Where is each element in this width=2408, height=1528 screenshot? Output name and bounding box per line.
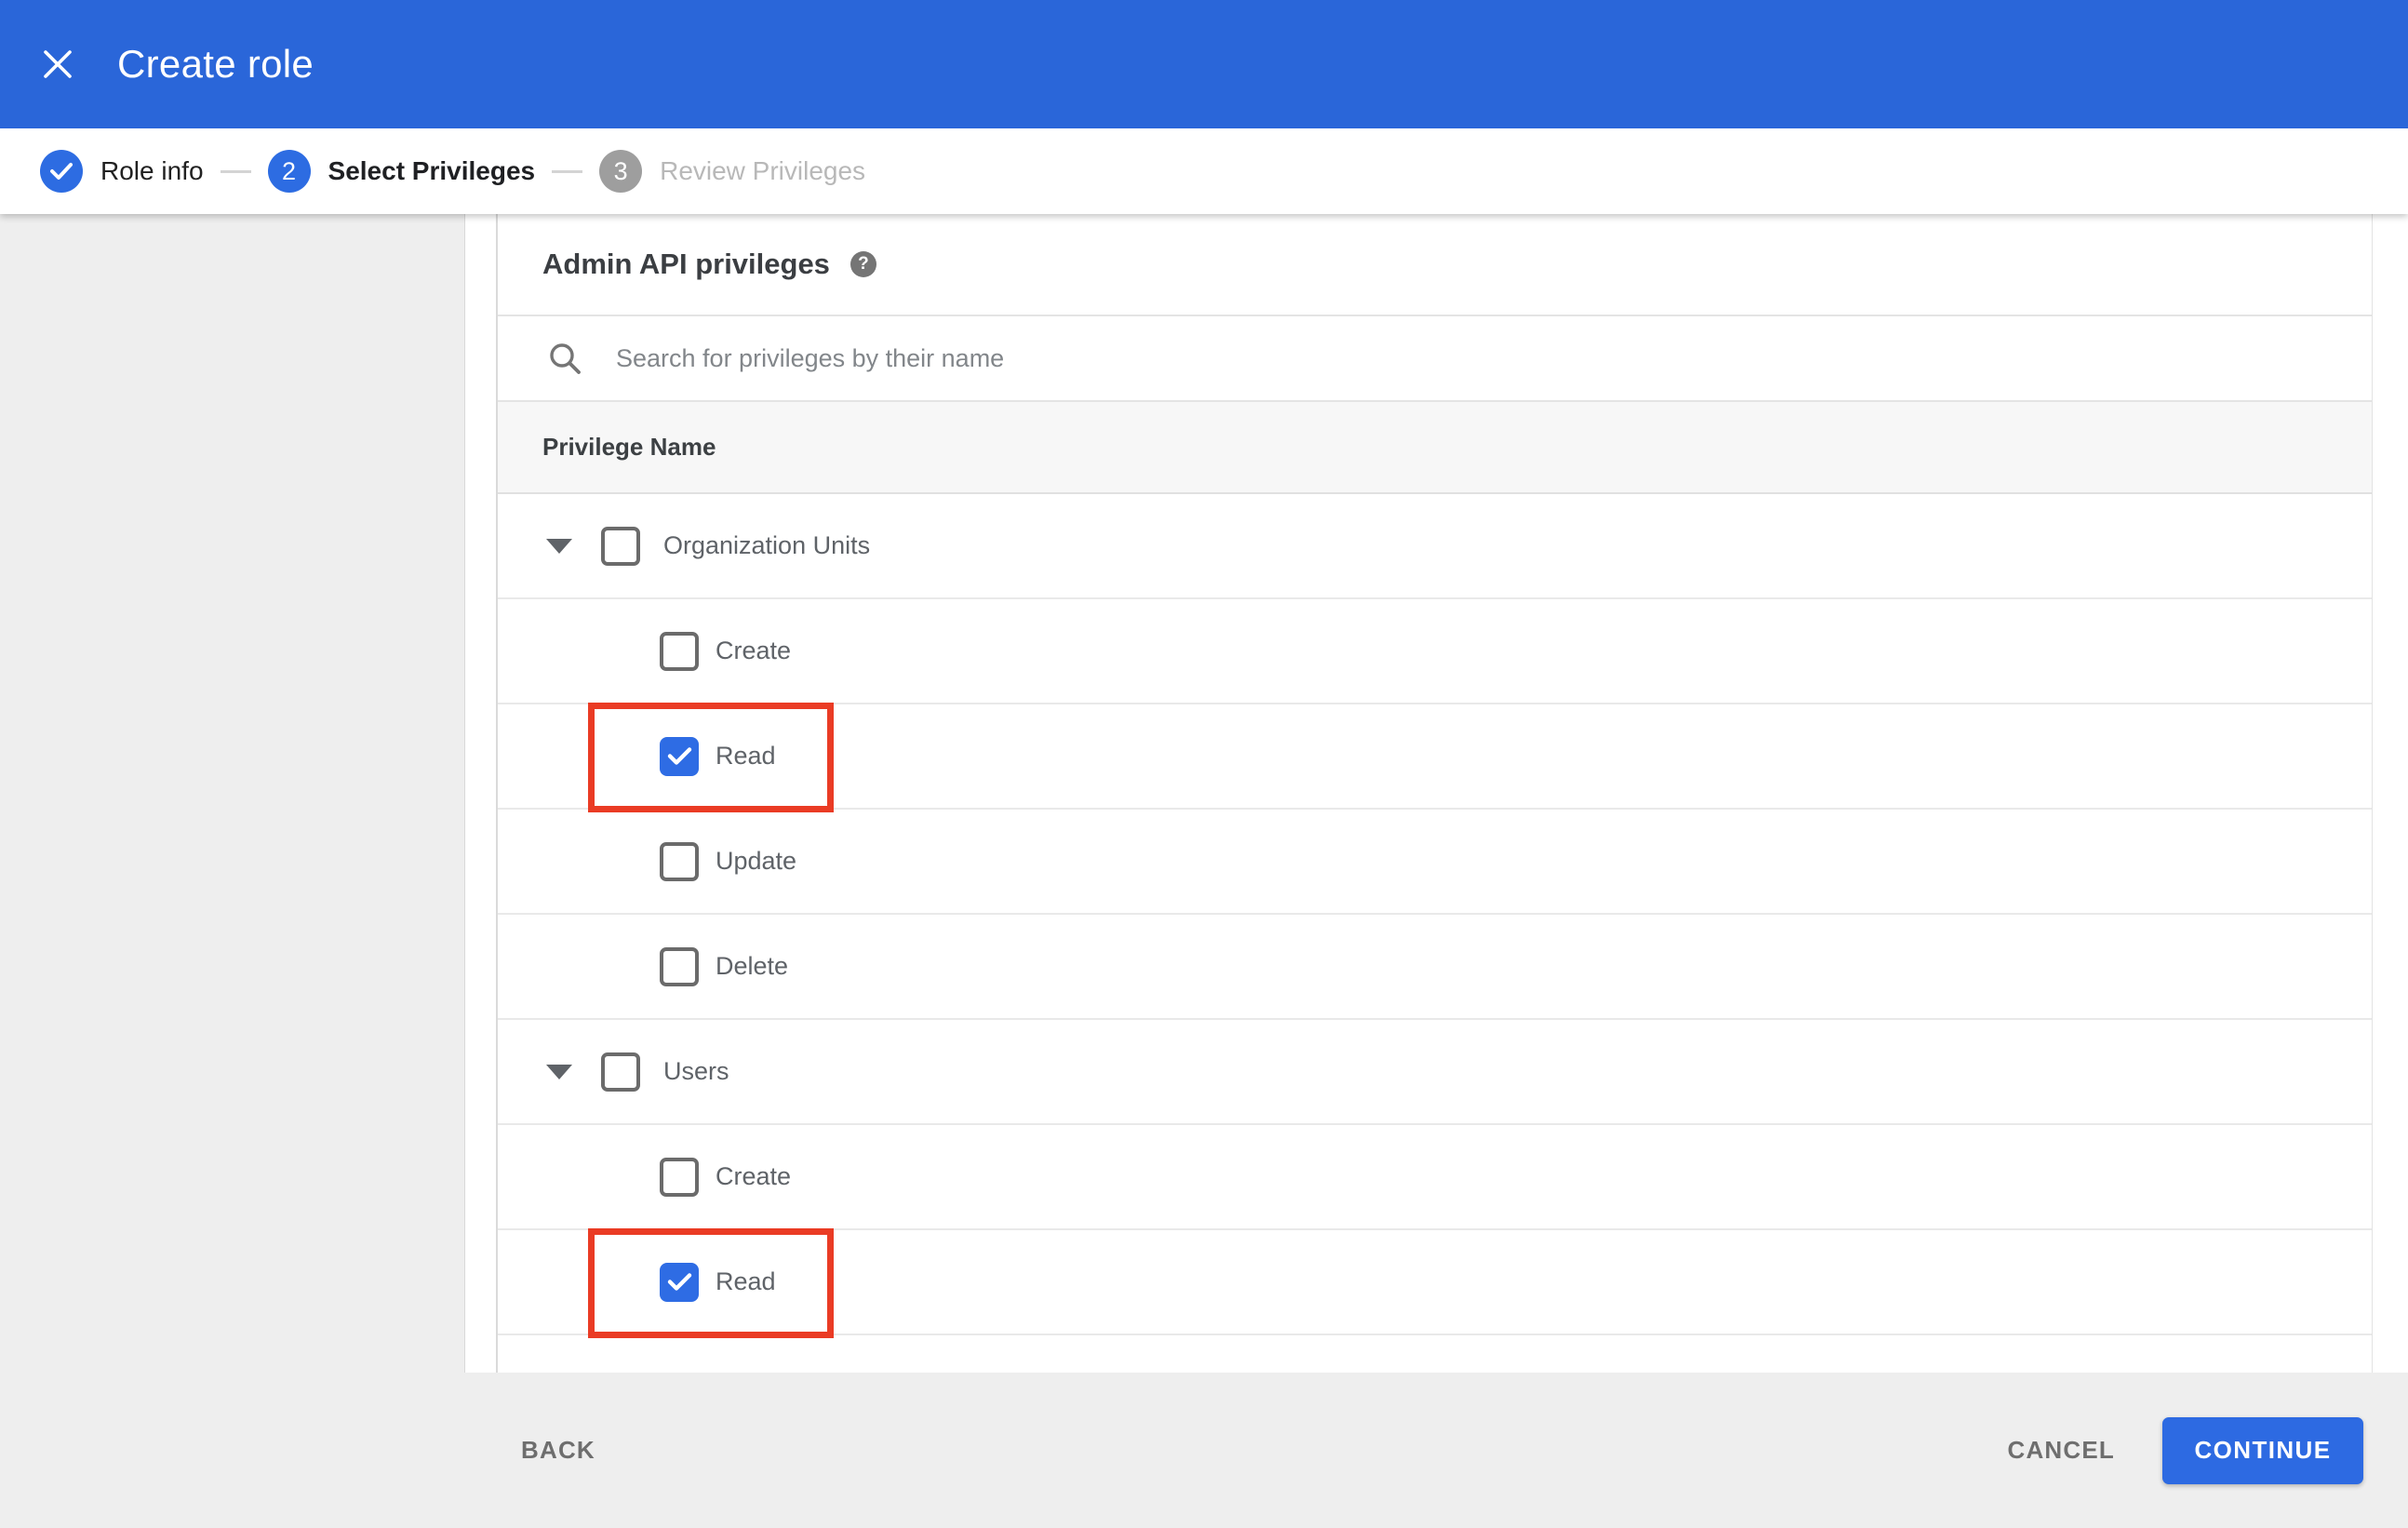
continue-button[interactable]: CONTINUE bbox=[2162, 1416, 2363, 1484]
section-title: Admin API privileges bbox=[542, 248, 830, 280]
table-row: Read bbox=[498, 1228, 2372, 1338]
table-row: Read bbox=[498, 703, 2372, 812]
row-label: Read bbox=[716, 1267, 776, 1295]
step-number-badge: 3 bbox=[599, 150, 643, 193]
create-role-dialog: Create role Role info 2 Select Privilege… bbox=[0, 0, 2408, 1528]
row-checkbox[interactable] bbox=[660, 631, 699, 671]
collapse-arrow-icon[interactable] bbox=[546, 538, 572, 554]
row-label: Users bbox=[663, 1057, 729, 1085]
row-label: Create bbox=[716, 637, 792, 664]
search-icon bbox=[550, 343, 581, 374]
row-checkbox[interactable] bbox=[660, 841, 699, 881]
step-separator bbox=[552, 169, 583, 173]
left-spacer-panel bbox=[0, 214, 465, 1373]
row-label: Create bbox=[716, 1162, 792, 1190]
annotation-highlight-box bbox=[588, 703, 834, 812]
back-button[interactable]: BACK bbox=[521, 1436, 595, 1465]
close-icon[interactable] bbox=[41, 47, 74, 81]
step-complete-check-icon bbox=[40, 150, 83, 193]
dialog-titlebar: Create role bbox=[0, 0, 2408, 128]
help-icon[interactable]: ? bbox=[849, 251, 876, 277]
step-label: Review Privileges bbox=[660, 156, 866, 185]
table-row: Users bbox=[498, 1020, 2372, 1125]
row-checkbox[interactable] bbox=[601, 526, 640, 566]
step-label: Role info bbox=[100, 156, 204, 185]
check-icon bbox=[667, 1273, 691, 1291]
step-select-privileges[interactable]: 2 Select Privileges bbox=[267, 150, 536, 193]
table-row: Create bbox=[498, 1125, 2372, 1230]
row-checkbox-checked[interactable] bbox=[660, 736, 699, 776]
wizard-stepper: Role info 2 Select Privileges 3 Review P… bbox=[0, 128, 2408, 214]
step-number-badge: 2 bbox=[267, 150, 311, 193]
table-row: Update bbox=[498, 810, 2372, 915]
step-label: Select Privileges bbox=[328, 156, 536, 185]
privileges-search-row bbox=[498, 316, 2372, 402]
table-row: Create bbox=[498, 599, 2372, 704]
row-checkbox[interactable] bbox=[660, 946, 699, 986]
row-label: Organization Units bbox=[663, 531, 871, 559]
card-heading: Admin API privileges ? bbox=[498, 214, 2372, 316]
clipped-next-row bbox=[498, 1335, 2372, 1373]
check-icon bbox=[667, 747, 691, 765]
row-label: Read bbox=[716, 742, 776, 770]
annotation-highlight-box bbox=[588, 1228, 834, 1338]
cancel-button[interactable]: CANCEL bbox=[2007, 1436, 2115, 1465]
privileges-card: Admin API privileges ? Privilege Name Or… bbox=[496, 214, 2373, 1373]
step-review-privileges[interactable]: 3 Review Privileges bbox=[599, 150, 865, 193]
row-checkbox[interactable] bbox=[660, 1157, 699, 1197]
table-row: Organization Units bbox=[498, 494, 2372, 599]
step-separator bbox=[220, 169, 251, 173]
search-input[interactable] bbox=[614, 342, 1920, 374]
table-header: Privilege Name bbox=[498, 402, 2372, 494]
row-checkbox-checked[interactable] bbox=[660, 1262, 699, 1302]
row-label: Delete bbox=[716, 952, 789, 980]
page-title: Create role bbox=[117, 42, 314, 86]
table-row: Delete bbox=[498, 915, 2372, 1020]
row-label: Update bbox=[716, 847, 797, 875]
action-bar: BACK CANCEL CONTINUE bbox=[0, 1373, 2408, 1528]
collapse-arrow-icon[interactable] bbox=[546, 1064, 572, 1079]
row-checkbox[interactable] bbox=[601, 1052, 640, 1092]
step-role-info[interactable]: Role info bbox=[40, 150, 204, 193]
column-header-privilege-name: Privilege Name bbox=[542, 433, 716, 461]
